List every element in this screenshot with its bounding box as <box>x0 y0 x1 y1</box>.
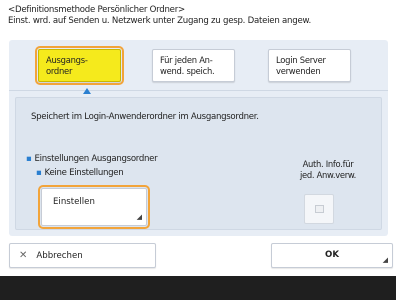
settings-value: Keine Einstellungen <box>44 168 124 178</box>
settings-title: Einstellungen Ausgangsordner <box>34 154 158 164</box>
tab-fuer-jeden-anwender[interactable]: Für jeden An- wend. speich. <box>152 49 235 82</box>
checkbox-icon <box>315 205 324 213</box>
bullet-icon: ▪ <box>26 154 32 164</box>
cancel-button[interactable]: ✕ Abbrechen <box>9 243 156 268</box>
corner-arrow-icon: ◢ <box>382 256 388 264</box>
tab-label-line1: Für jeden An- <box>160 55 213 65</box>
footer-bar <box>0 276 396 300</box>
tab-label-line1: Ausgangs- <box>46 55 88 65</box>
tab-label-line2: verwenden <box>276 66 321 76</box>
panel-divider <box>9 90 388 91</box>
settings-value-row: ▪ Keine Einstellungen <box>36 168 124 178</box>
close-icon: ✕ <box>19 250 28 261</box>
einstellen-label: Einstellen <box>53 197 95 207</box>
header-subtitle: Einst. wrd. auf Senden u. Netzwerk unter… <box>8 16 311 26</box>
corner-arrow-icon: ◢ <box>136 213 142 221</box>
ok-label: OK <box>325 250 339 260</box>
tab-ausgangsordner[interactable]: Ausgangs- ordner <box>35 46 124 85</box>
einstellen-button[interactable]: Einstellen ◢ <box>38 185 150 229</box>
tab-label-line2: ordner <box>46 66 73 76</box>
bullet-icon: ▪ <box>36 168 42 178</box>
settings-title-row: ▪ Einstellungen Ausgangsordner <box>26 154 158 164</box>
option-description: Speichert im Login-Anwenderordner im Aus… <box>31 112 259 122</box>
ok-button[interactable]: OK ◢ <box>271 243 393 268</box>
auth-info-label: Auth. Info.für jed. Anw.verw. <box>283 159 373 181</box>
auth-label-line1: Auth. Info.für <box>302 159 354 169</box>
selected-tab-pointer-icon <box>83 88 91 94</box>
tab-label-line2: wend. speich. <box>160 66 215 76</box>
tab-label-line1: Login Server <box>276 55 326 65</box>
cancel-label: Abbrechen <box>36 251 83 261</box>
auth-info-checkbox[interactable] <box>304 194 334 224</box>
auth-label-line2: jed. Anw.verw. <box>300 170 356 180</box>
header-title: <Definitionsmethode Persönlicher Ordner> <box>8 5 185 15</box>
tab-login-server[interactable]: Login Server verwenden <box>268 49 351 82</box>
screen-header: <Definitionsmethode Persönlicher Ordner>… <box>8 5 392 27</box>
